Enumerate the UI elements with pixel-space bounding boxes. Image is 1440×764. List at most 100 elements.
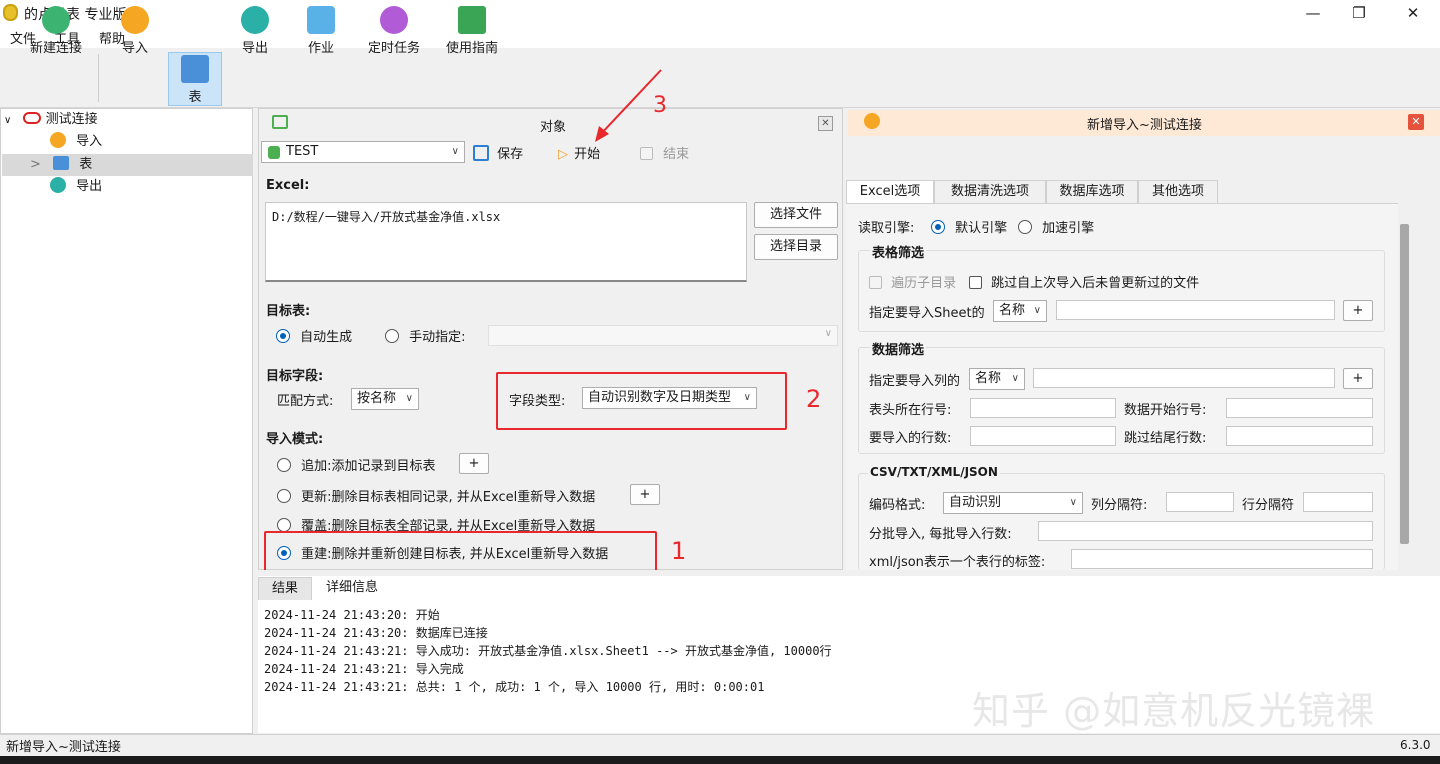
data-start-row-input[interactable] — [1226, 398, 1373, 418]
encoding-combo[interactable]: 自动识别 ∨ — [943, 492, 1083, 514]
cols-by-combo[interactable]: 名称 ∨ — [969, 368, 1025, 390]
guide-button[interactable]: 使用指南 — [440, 4, 504, 58]
row-sep-label: 行分隔符 — [1242, 498, 1295, 513]
table-grid-icon — [181, 55, 209, 83]
watermark: 知乎 @如意机反光镜裸 — [972, 689, 1376, 733]
close-button[interactable]: ✕ — [1390, 0, 1436, 26]
data-start-row-label: 数据开始行号: — [1124, 403, 1207, 418]
annotation-number-2: 2 — [806, 385, 822, 413]
title-bar — [0, 0, 1440, 26]
status-text: 新增导入~测试连接 — [6, 740, 121, 755]
rows-to-import-input[interactable] — [970, 426, 1116, 446]
checkbox-icon — [869, 276, 882, 289]
checkbox-icon — [969, 276, 982, 289]
import-button[interactable]: 导入 — [112, 4, 158, 58]
splitter[interactable] — [258, 570, 1440, 576]
batch-input[interactable] — [1038, 521, 1373, 541]
radio-icon — [277, 458, 291, 472]
tab-excel-options[interactable]: Excel选项 — [846, 180, 934, 203]
engine-fast-radio[interactable]: 加速引擎 — [1018, 217, 1094, 236]
save-icon — [473, 145, 489, 161]
play-icon: ▷ — [558, 147, 568, 162]
radio-icon — [385, 329, 399, 343]
choose-file-button[interactable]: 选择文件 — [754, 202, 838, 228]
sheet-plus-button[interactable]: + — [1343, 300, 1373, 321]
save-button[interactable]: 保存 — [473, 143, 523, 162]
data-filter-title: 数据筛选 — [870, 339, 927, 358]
traverse-subdir-checkbox[interactable]: 遍历子目录 — [869, 272, 956, 291]
table-grid-icon — [53, 156, 70, 170]
manual-radio[interactable]: 手动指定: — [385, 326, 466, 345]
update-plus-button[interactable]: + — [630, 484, 660, 505]
app-logo-icon — [3, 4, 18, 21]
minimize-button[interactable]: — — [1290, 0, 1336, 26]
new-connection-button[interactable]: 新建连接 — [18, 4, 94, 58]
toolbar-separator — [98, 54, 99, 102]
source-combo[interactable]: TEST ∨ — [261, 141, 465, 163]
target-table-label: 目标表: — [266, 304, 311, 319]
tree-item-import[interactable]: 导入 — [50, 131, 250, 153]
import-icon — [864, 113, 880, 129]
engine-default-radio[interactable]: 默认引擎 — [931, 217, 1007, 236]
radio-selected-icon — [276, 329, 290, 343]
options-scrollbar[interactable] — [1398, 180, 1418, 570]
export-icon — [241, 6, 269, 34]
auto-generate-radio[interactable]: 自动生成 — [276, 326, 352, 345]
mode-update-radio[interactable]: 更新:删除目标表相同记录, 并从Excel重新导入数据 — [277, 486, 595, 505]
schedule-button[interactable]: 定时任务 — [362, 4, 426, 58]
manual-table-combo[interactable]: ∨ — [488, 325, 838, 346]
encoding-label: 编码格式: — [869, 498, 926, 513]
sheet-name-input[interactable] — [1056, 300, 1335, 320]
append-plus-button[interactable]: + — [459, 453, 489, 474]
cols-plus-button[interactable]: + — [1343, 368, 1373, 389]
sheet-by-combo[interactable]: 名称 ∨ — [993, 300, 1047, 322]
radio-icon — [277, 489, 291, 503]
export-button[interactable]: 导出 — [232, 4, 278, 58]
annotation-box-1 — [264, 531, 657, 572]
specify-sheet-label: 指定要导入Sheet的 — [869, 306, 985, 321]
connection-icon — [23, 112, 42, 124]
annotation-box-2 — [496, 372, 787, 430]
header-row-label: 表头所在行号: — [869, 403, 952, 418]
tab-other-options[interactable]: 其他选项 — [1138, 180, 1218, 203]
chevron-down-icon: ∨ — [1069, 497, 1077, 508]
tab-details[interactable]: 详细信息 — [316, 577, 388, 600]
tree-node-connection[interactable]: ∨ 测试连接 — [4, 109, 255, 131]
table-button[interactable]: 表 — [168, 52, 222, 106]
job-button[interactable]: 作业 — [298, 4, 344, 58]
cols-input[interactable] — [1033, 368, 1335, 388]
tab-data-cleaning[interactable]: 数据清洗选项 — [934, 180, 1046, 203]
export-icon — [50, 177, 66, 193]
import-options-title: 新增导入~测试连接 — [1087, 118, 1202, 133]
header-row-input[interactable] — [970, 398, 1116, 418]
excel-path-field[interactable]: D:/数程/一键导入/开放式基金净值.xlsx — [265, 202, 747, 282]
xml-tag-label: xml/json表示一个表行的标签: — [869, 555, 1046, 570]
tab-results[interactable]: 结果 — [258, 577, 312, 600]
log-line: 2024-11-24 21:43:20: 开始 — [264, 608, 440, 622]
chevron-down-icon: ∨ — [451, 146, 459, 157]
chevron-down-icon: ∨ — [405, 393, 413, 404]
panel-close-icon[interactable]: ✕ — [818, 116, 833, 131]
skip-unchanged-checkbox[interactable]: 跳过自上次导入后未曾更新过的文件 — [969, 272, 1199, 291]
match-combo[interactable]: 按名称 ∨ — [351, 388, 419, 410]
tab-database-options[interactable]: 数据库选项 — [1046, 180, 1138, 203]
import-icon — [50, 132, 66, 148]
maximize-button[interactable]: ❐ — [1336, 0, 1382, 26]
skip-tail-rows-input[interactable] — [1226, 426, 1373, 446]
mode-append-radio[interactable]: 追加:添加记录到目标表 — [277, 455, 436, 474]
log-line: 2024-11-24 21:43:21: 导入完成 — [264, 662, 464, 676]
import-mode-label: 导入模式: — [266, 432, 324, 447]
tree-item-export[interactable]: 导出 — [50, 176, 250, 198]
choose-dir-button[interactable]: 选择目录 — [754, 234, 838, 260]
status-bar — [0, 734, 1440, 756]
tree-item-table[interactable]: > 表 — [2, 154, 253, 176]
row-sep-input[interactable] — [1303, 492, 1373, 512]
database-icon — [268, 146, 280, 159]
import-options-close-icon[interactable]: ✕ — [1408, 114, 1424, 130]
col-sep-label: 列分隔符: — [1091, 498, 1148, 513]
col-sep-input[interactable] — [1166, 492, 1234, 512]
chevron-right-icon: > — [30, 157, 41, 172]
log-line: 2024-11-24 21:43:20: 数据库已连接 — [264, 626, 488, 640]
xml-tag-input[interactable] — [1071, 549, 1373, 569]
scrollbar-thumb[interactable] — [1400, 224, 1409, 544]
